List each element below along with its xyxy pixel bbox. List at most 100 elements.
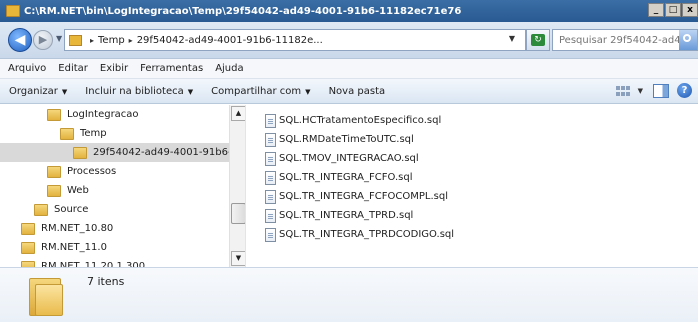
file-name: SQL.TR_INTEGRA_FCFOCOMPL.sql bbox=[279, 191, 448, 202]
command-bar: Organizar ▼ Incluir na biblioteca ▼ Compar… bbox=[0, 79, 698, 104]
file-name: SQL.TR_INTEGRA_TPRD.sql bbox=[279, 210, 414, 221]
window-title: C:\RM.NET\bin\LogIntegracao\Temp\29f5404… bbox=[24, 5, 462, 17]
back-arrow-icon[interactable]: ◀ bbox=[8, 28, 32, 52]
tree-item-label: RM.NET_11.0 bbox=[41, 242, 107, 253]
address-row: ◀ ▶ ▼ ▸ Temp ▸ 29f54042-ad49-4001-91b6-1… bbox=[0, 22, 698, 59]
help-icon[interactable]: ? bbox=[677, 83, 692, 98]
file-item[interactable]: SQL.TMOV_INTEGRACAO.sql bbox=[265, 149, 419, 168]
menu-editar[interactable]: Editar bbox=[52, 63, 94, 74]
share-with-button[interactable]: Compartilhar com ▼ bbox=[202, 86, 319, 97]
sql-file-icon bbox=[265, 170, 276, 185]
preview-pane-icon[interactable] bbox=[653, 83, 669, 98]
file-item[interactable]: SQL.RMDateTimeToUTC.sql bbox=[265, 130, 414, 149]
close-button[interactable]: x bbox=[682, 3, 698, 17]
file-name: SQL.TR_INTEGRA_TPRDCODIGO.sql bbox=[279, 229, 455, 240]
scroll-down-arrow-icon[interactable]: ▼ bbox=[231, 251, 245, 266]
folder-icon bbox=[6, 5, 20, 17]
navigation-pane: LogIntegracao Temp 29f54042-ad49-4001-91b6… bbox=[0, 105, 246, 267]
tree-item-label: LogIntegracao bbox=[67, 109, 139, 120]
folder-icon bbox=[47, 184, 61, 197]
tree-item[interactable]: LogIntegracao bbox=[0, 105, 229, 124]
sql-file-icon bbox=[265, 227, 276, 242]
maximize-button[interactable]: □ bbox=[665, 3, 681, 17]
breadcrumb-current-folder[interactable]: 29f54042-ad49-4001-91b6-11182e... bbox=[137, 35, 323, 46]
tree-item[interactable]: RM.NET_10.80 bbox=[0, 219, 229, 238]
tree-item-label: Web bbox=[67, 185, 89, 196]
include-library-label: Incluir na biblioteca bbox=[85, 85, 184, 97]
chevron-down-icon: ▼ bbox=[61, 87, 68, 96]
search-box[interactable] bbox=[552, 29, 698, 51]
title-bar: C:\RM.NET\bin\LogIntegracao\Temp\29f5404… bbox=[0, 0, 698, 22]
tree-item-label: RM.NET_10.80 bbox=[41, 223, 114, 234]
folder-icon bbox=[21, 222, 35, 235]
sql-file-icon bbox=[265, 189, 276, 204]
tree-item[interactable]: Source bbox=[0, 200, 229, 219]
file-name: SQL.HCTratamentoEspecifico.sql bbox=[279, 115, 442, 126]
tree-item[interactable]: Web bbox=[0, 181, 229, 200]
folder-icon bbox=[47, 108, 61, 121]
file-name: SQL.TMOV_INTEGRACAO.sql bbox=[279, 153, 419, 164]
sql-file-icon bbox=[265, 151, 276, 166]
organize-label: Organizar bbox=[9, 85, 58, 97]
search-input[interactable] bbox=[553, 34, 681, 46]
chevron-down-icon: ▼ bbox=[305, 87, 311, 96]
sql-file-icon bbox=[265, 113, 276, 128]
breadcrumb-temp[interactable]: Temp bbox=[98, 35, 125, 46]
recent-pages-dropdown-icon[interactable]: ▼ bbox=[56, 34, 62, 43]
tree-item-label: Temp bbox=[80, 128, 107, 139]
chevron-right-icon[interactable]: ▸ bbox=[90, 36, 94, 45]
tree-item[interactable]: 29f54042-ad49-4001-91b6-1 bbox=[0, 143, 238, 162]
forward-arrow-icon[interactable]: ▶ bbox=[33, 30, 53, 50]
file-item[interactable]: SQL.TR_INTEGRA_FCFOCOMPL.sql bbox=[265, 187, 448, 206]
sql-file-icon bbox=[265, 208, 276, 223]
file-item[interactable]: SQL.TR_INTEGRA_FCFO.sql bbox=[265, 168, 412, 187]
chevron-down-icon: ▼ bbox=[187, 87, 194, 96]
share-with-label: Compartilhar com bbox=[211, 85, 302, 97]
file-list: SQL.HCTratamentoEspecifico.sql SQL.RMDate… bbox=[246, 105, 698, 267]
tree-item[interactable]: RM.NET_11.20.1.300 bbox=[0, 257, 229, 267]
folder-tree: LogIntegracao Temp 29f54042-ad49-4001-91b6… bbox=[0, 105, 238, 267]
scroll-thumb[interactable] bbox=[231, 203, 245, 224]
file-name: SQL.RMDateTimeToUTC.sql bbox=[279, 134, 414, 145]
refresh-button[interactable]: ↻ bbox=[526, 29, 550, 51]
refresh-icon: ↻ bbox=[531, 34, 545, 46]
folder-icon bbox=[69, 34, 82, 46]
file-item[interactable]: SQL.TR_INTEGRA_TPRD.sql bbox=[265, 206, 413, 225]
folder-icon bbox=[21, 241, 35, 254]
window-controls: _ □ x bbox=[647, 3, 698, 17]
tree-item-label: 29f54042-ad49-4001-91b6-1 bbox=[93, 147, 238, 158]
address-bar[interactable]: ▸ Temp ▸ 29f54042-ad49-4001-91b6-11182e.… bbox=[64, 29, 526, 51]
file-item[interactable]: SQL.TR_INTEGRA_TPRDCODIGO.sql bbox=[265, 225, 454, 244]
tree-item[interactable]: Temp bbox=[0, 124, 229, 143]
folder-icon bbox=[47, 165, 61, 178]
file-item[interactable]: SQL.HCTratamentoEspecifico.sql bbox=[265, 111, 441, 130]
vertical-scrollbar[interactable]: ▲ ▼ bbox=[229, 105, 245, 267]
organize-button[interactable]: Organizar ▼ bbox=[0, 86, 76, 97]
tree-item[interactable]: Processos bbox=[0, 162, 229, 181]
scroll-up-arrow-icon[interactable]: ▲ bbox=[231, 106, 245, 121]
item-count: 7 itens bbox=[87, 275, 125, 288]
menu-arquivo[interactable]: Arquivo bbox=[0, 63, 52, 74]
tree-item-label: Processos bbox=[67, 166, 117, 177]
menu-exibir[interactable]: Exibir bbox=[94, 63, 134, 74]
tree-item-label: Source bbox=[54, 204, 89, 215]
view-options-icon[interactable] bbox=[615, 84, 632, 98]
include-library-button[interactable]: Incluir na biblioteca ▼ bbox=[76, 86, 202, 97]
sql-file-icon bbox=[265, 132, 276, 147]
menu-bar: Arquivo Editar Exibir Ferramentas Ajuda bbox=[0, 59, 698, 79]
folder-icon bbox=[60, 127, 74, 140]
search-icon[interactable] bbox=[679, 30, 697, 50]
view-controls: ▼ ? bbox=[615, 83, 698, 98]
menu-ferramentas[interactable]: Ferramentas bbox=[134, 63, 209, 74]
new-folder-button[interactable]: Nova pasta bbox=[320, 86, 395, 97]
tree-item[interactable]: RM.NET_11.0 bbox=[0, 238, 229, 257]
chevron-down-icon[interactable]: ▼ bbox=[509, 34, 515, 43]
folder-icon bbox=[73, 146, 87, 159]
minimize-button[interactable]: _ bbox=[648, 3, 664, 17]
chevron-down-icon[interactable]: ▼ bbox=[638, 87, 643, 95]
folder-icon bbox=[29, 276, 63, 316]
folder-icon bbox=[34, 203, 48, 216]
chevron-right-icon[interactable]: ▸ bbox=[129, 36, 133, 45]
details-pane: 7 itens bbox=[0, 267, 698, 322]
menu-ajuda[interactable]: Ajuda bbox=[209, 63, 249, 74]
